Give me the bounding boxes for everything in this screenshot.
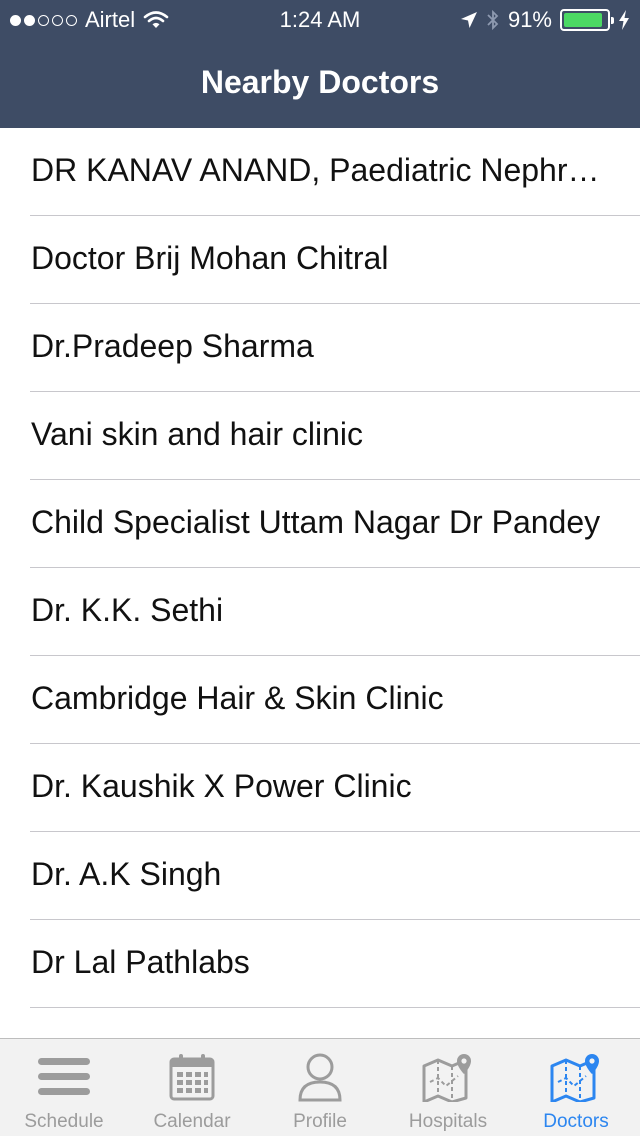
tab-label: Schedule <box>24 1111 104 1132</box>
tab-schedule[interactable]: Schedule <box>0 1039 128 1136</box>
bluetooth-icon <box>487 9 499 31</box>
menu-lines-icon <box>36 1051 92 1103</box>
list-item[interactable]: Dr. K.K. Sethi <box>0 568 640 656</box>
map-pin-icon <box>548 1051 604 1103</box>
doctor-name: Dr. K.K. Sethi <box>31 592 224 628</box>
list-item[interactable]: Cambridge Hair & Skin Clinic <box>0 656 640 744</box>
list-item[interactable]: Dr. A.K Singh <box>0 832 640 920</box>
battery-percent: 91% <box>507 7 552 32</box>
tab-profile[interactable]: Profile <box>256 1039 384 1136</box>
doctor-name: Dr. Kaushik X Power Clinic <box>31 768 412 804</box>
tab-label: Hospitals <box>408 1111 488 1132</box>
battery-icon <box>560 9 614 31</box>
doctor-name: Dr. A.K Singh <box>31 856 222 892</box>
list-item[interactable]: Child Specialist Uttam Nagar Dr Pandey <box>0 480 640 568</box>
battery-fill <box>564 13 603 27</box>
tab-calendar[interactable]: Calendar <box>128 1039 256 1136</box>
doctor-name: Vani skin and hair clinic <box>31 416 364 452</box>
tab-label: Doctors <box>543 1111 609 1132</box>
map-pin-icon <box>420 1051 476 1103</box>
doctor-name: Dr.Pradeep Sharma <box>31 328 314 364</box>
doctor-list: DR KANAV ANAND, Paediatric Nephrologist … <box>0 128 640 1008</box>
calendar-icon <box>164 1051 220 1103</box>
list-item[interactable]: Doctor Brij Mohan Chitral <box>0 216 640 304</box>
charging-bolt-icon <box>619 10 629 30</box>
list-item[interactable]: Dr Lal Pathlabs <box>0 920 640 1008</box>
list-item[interactable]: Vani skin and hair clinic <box>0 392 640 480</box>
doctor-name: Cambridge Hair & Skin Clinic <box>31 680 444 716</box>
page-title: Nearby Doctors <box>200 64 440 100</box>
doctor-name: Doctor Brij Mohan Chitral <box>31 240 389 276</box>
status-right: 91% <box>460 7 630 33</box>
doctor-name: Dr Lal Pathlabs <box>31 944 250 980</box>
list-item[interactable]: Dr.Pradeep Sharma <box>0 304 640 392</box>
doctor-name: Child Specialist Uttam Nagar Dr Pandey <box>31 504 601 540</box>
row-separator <box>30 1007 640 1008</box>
person-icon <box>292 1051 348 1103</box>
top-bar: Airtel 1:24 AM 91% Nearby Doctors <box>0 0 640 128</box>
tab-bar: Schedule Calendar Profile Hospitals Doct… <box>0 1038 640 1136</box>
tab-label: Profile <box>293 1111 347 1132</box>
location-arrow-icon <box>460 12 477 28</box>
list-item[interactable]: DR KANAV ANAND, Paediatric Nephrologist <box>0 128 640 216</box>
status-bar: Airtel 1:24 AM 91% <box>0 0 640 40</box>
tab-label: Calendar <box>153 1111 231 1132</box>
tab-hospitals[interactable]: Hospitals <box>384 1039 512 1136</box>
tab-doctors[interactable]: Doctors <box>512 1039 640 1136</box>
doctor-name: DR KANAV ANAND, Paediatric Nephrologist <box>31 152 610 188</box>
list-item[interactable]: Dr. Kaushik X Power Clinic <box>0 744 640 832</box>
